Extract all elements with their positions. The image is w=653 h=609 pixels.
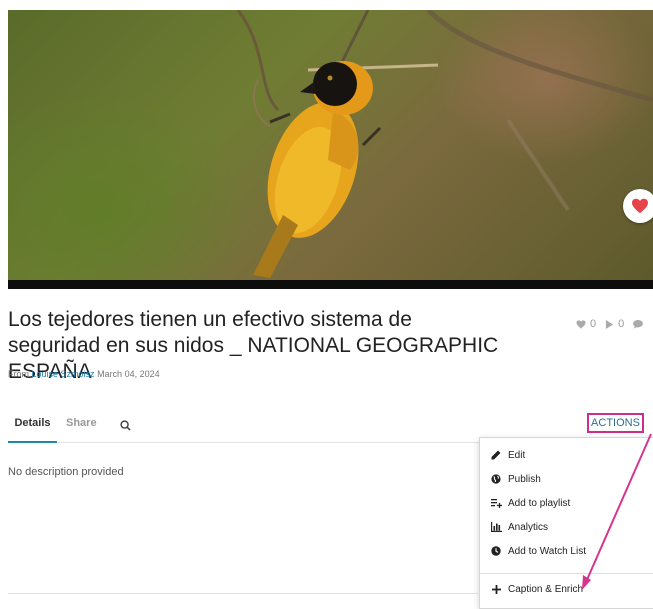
- publish-date: March 04, 2024: [97, 369, 160, 379]
- heart-icon: [576, 319, 586, 329]
- tab-share[interactable]: Share: [66, 416, 97, 441]
- media-stats: 0 0: [576, 318, 652, 330]
- author-link[interactable]: Louise Szmoisz: [32, 369, 95, 379]
- video-frame[interactable]: [8, 10, 653, 280]
- search-button[interactable]: [120, 420, 131, 444]
- description-text: No description provided: [8, 466, 124, 478]
- menu-item-label: Publish: [508, 473, 541, 485]
- menu-item-label: Edit: [508, 449, 526, 461]
- search-icon: [120, 420, 131, 431]
- comment-icon: [633, 319, 644, 329]
- menu-item-publish[interactable]: Publish: [480, 468, 653, 490]
- play-icon: [606, 319, 614, 329]
- menu-item-add-to-watch-list[interactable]: Add to Watch List: [480, 540, 653, 562]
- bar-chart-icon: [490, 522, 502, 532]
- menu-item-label: Caption & Enrich: [508, 583, 584, 595]
- menu-divider: [480, 573, 653, 574]
- byline-from: From: [8, 369, 29, 379]
- video-player[interactable]: [8, 10, 653, 289]
- comments-stat: [633, 319, 644, 329]
- clock-icon: [491, 546, 501, 556]
- playlist-add-icon: [490, 499, 502, 508]
- video-thumbnail-image: [236, 10, 653, 278]
- video-progress-bar[interactable]: [8, 280, 653, 289]
- plus-icon: [491, 584, 501, 594]
- menu-item-label: Analytics: [508, 521, 549, 533]
- heart-icon: [632, 198, 648, 214]
- globe-icon: [491, 474, 501, 484]
- actions-menu: Edit Publish Add to playlist Analytics A…: [479, 437, 653, 609]
- menu-item-edit[interactable]: Edit: [480, 444, 653, 466]
- likes-count: 0: [590, 318, 597, 330]
- menu-item-label: Add to Watch List: [508, 545, 586, 557]
- tab-details[interactable]: Details: [8, 416, 57, 443]
- menu-item-label: Add to playlist: [508, 497, 571, 509]
- favorite-button[interactable]: [623, 189, 653, 223]
- pencil-icon: [491, 450, 501, 460]
- menu-item-analytics[interactable]: Analytics: [480, 516, 653, 538]
- likes-stat: 0: [576, 318, 596, 330]
- divider: [8, 593, 478, 594]
- actions-button[interactable]: ACTIONS: [587, 413, 644, 433]
- plays-count: 0: [618, 318, 625, 330]
- menu-item-add-to-playlist[interactable]: Add to playlist: [480, 492, 653, 514]
- plays-stat: 0: [605, 318, 624, 330]
- byline: From Louise Szmoisz March 04, 2024: [8, 369, 160, 379]
